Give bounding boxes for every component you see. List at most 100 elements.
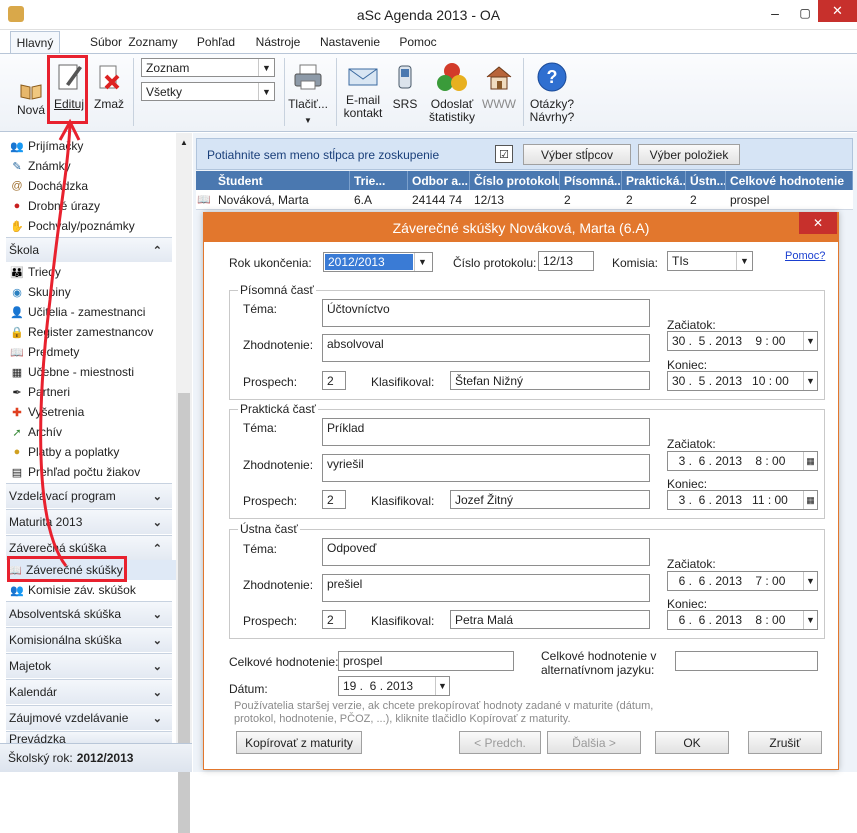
chevron-down-icon: ▼ <box>414 253 430 271</box>
alt-input[interactable] <box>675 651 818 671</box>
koniec-datetime[interactable]: 3 . 6 . 2013 11 : 00 ▦ <box>667 490 818 510</box>
prospech-input[interactable]: 2 <box>322 610 346 629</box>
predchadzajuci-button[interactable]: < Predch. <box>459 731 541 754</box>
zaciatok-datetime[interactable]: 6 . 6 . 2013 7 : 00 ▼ <box>667 571 818 591</box>
celkove-label: Celkové hodnotenie: <box>229 655 339 669</box>
column-header-odbor[interactable]: Odbor a... <box>408 171 470 190</box>
checkbox-icon[interactable]: ☑ <box>495 145 513 163</box>
cell-trieda: 6.A <box>354 193 373 207</box>
zhodnotenie-input[interactable]: prešiel <box>322 574 650 602</box>
klasifikoval-input[interactable]: Petra Malá <box>450 610 650 629</box>
minimize-button[interactable]: ‒ <box>762 2 788 24</box>
odoslat-statistiky-button[interactable]: Odoslať štatistiky <box>428 60 476 124</box>
zaciatok-datetime[interactable]: 3 . 6 . 2013 8 : 00 ▦ <box>667 451 818 471</box>
maximize-button[interactable]: ▢ <box>792 2 818 24</box>
klasifikoval-label: Klasifikoval: <box>371 494 435 508</box>
kopirovat-z-maturity-button[interactable]: Kopírovať z maturity <box>236 731 362 754</box>
section-absolventska[interactable]: Absolventská skúška ⌄ <box>6 601 172 626</box>
section-label: Záujmové vzdelávanie <box>9 711 129 725</box>
statistics-icon <box>435 60 469 94</box>
tema-input[interactable]: Príklad <box>322 418 650 446</box>
section-zaujmove[interactable]: Záujmové vzdelávanie ⌄ <box>6 705 172 730</box>
row-book-icon: 📖 <box>197 194 211 206</box>
zaciatok-label: Začiatok: <box>667 318 716 332</box>
tab-pomoc[interactable]: Pomoc <box>396 31 440 53</box>
vyber-stlpcov-button[interactable]: Výber stĺpcov <box>523 144 631 165</box>
calendar-icon: ▦ <box>803 452 817 470</box>
svg-text:?: ? <box>547 67 558 87</box>
sms-button[interactable]: SRS <box>391 64 419 111</box>
column-header-protokol[interactable]: Číslo protokolu <box>470 171 560 190</box>
section-kalendar[interactable]: Kalendár ⌄ <box>6 679 172 704</box>
annotation-arrow <box>39 118 81 567</box>
prospech-input[interactable]: 2 <box>322 371 346 390</box>
dialog-title-bar: Záverečné skúšky Nováková, Marta (6.A) ✕ <box>203 212 839 242</box>
tab-nastroje[interactable]: Nástroje <box>254 31 302 53</box>
header-label: Trie... <box>354 173 386 188</box>
column-header-pisomna[interactable]: Písomná... <box>560 171 622 190</box>
www-button[interactable]: WWW <box>482 64 516 111</box>
tema-input[interactable]: Účtovníctvo <box>322 299 650 327</box>
tema-input[interactable]: Odpoveď <box>322 538 650 566</box>
email-label: E-mail kontakt <box>343 93 383 120</box>
datum-picker[interactable]: 19 . 6 . 2013 ▼ <box>338 676 450 696</box>
section-prevadzka[interactable]: Prevádzka <box>6 731 172 743</box>
printer-icon <box>291 60 325 94</box>
dalsia-button[interactable]: Ďalšia > <box>547 731 641 754</box>
tab-label: Pomoc <box>399 35 437 49</box>
zhodnotenie-input[interactable]: absolvoval <box>322 334 650 362</box>
dialog-close-button[interactable]: ✕ <box>799 212 837 234</box>
vyber-poloziek-button[interactable]: Výber položiek <box>638 144 740 165</box>
datetime-value: 30 . 5 . 2013 9 : 00 <box>672 334 786 348</box>
column-header-ustna[interactable]: Ústn... <box>686 171 726 190</box>
help-icon: ? <box>535 60 569 94</box>
column-header-celkove[interactable]: Celkové hodnotenie <box>726 171 853 190</box>
chevron-down-icon: ⌄ <box>152 608 162 621</box>
cell-celkove: prospel <box>730 193 770 207</box>
datetime-value: 3 . 6 . 2013 8 : 00 <box>672 454 786 468</box>
column-header-student[interactable]: Študent <box>214 171 350 190</box>
dialog-title: Záverečné skúšky Nováková, Marta (6.A) <box>392 220 650 236</box>
klasifikoval-input[interactable]: Jozef Žitný <box>450 490 650 509</box>
otazky-button[interactable]: ? Otázky? Návrhy? <box>529 60 575 124</box>
tab-nastavenie[interactable]: Nastavenie <box>318 31 382 53</box>
cell-protokol: 12/13 <box>474 193 505 207</box>
section-komisionalna[interactable]: Komisionálna skúška ⌄ <box>6 627 172 652</box>
datetime-value: 3 . 6 . 2013 11 : 00 <box>672 493 788 507</box>
close-window-button[interactable]: ✕ <box>818 0 857 22</box>
ok-button[interactable]: OK <box>655 731 729 754</box>
chevron-down-icon: ▼ <box>304 116 312 125</box>
group-panel: Potiahnite sem meno stĺpca pre zoskupeni… <box>196 138 853 170</box>
zrusit-button[interactable]: Zrušiť <box>748 731 822 754</box>
header-label: Číslo protokolu <box>474 173 560 188</box>
print-button[interactable]: Tlačiť... ▼ <box>287 60 329 127</box>
protokol-input[interactable]: 12/13 <box>538 251 594 271</box>
cell-pisomna: 2 <box>564 193 571 207</box>
zhodnotenie-input[interactable]: vyriešil <box>322 454 650 482</box>
pomoc-link[interactable]: Pomoc? <box>785 250 825 262</box>
column-header-trieda[interactable]: Trie... <box>350 171 408 190</box>
section-majetok[interactable]: Majetok ⌄ <box>6 653 172 678</box>
chevron-down-icon: ▼ <box>736 252 752 270</box>
komisia-select[interactable]: TIs ▼ <box>667 251 753 271</box>
chevron-down-icon: ▼ <box>803 372 817 390</box>
header-corner <box>196 171 214 190</box>
chevron-down-icon: ▼ <box>435 677 449 695</box>
komisia-label: Komisia: <box>612 256 659 270</box>
button-label: Kopírovať z maturity <box>245 735 353 750</box>
celkove-input[interactable]: prospel <box>338 651 514 671</box>
koniec-label: Koniec: <box>667 597 708 611</box>
klasifikoval-input[interactable]: Štefan Nižný <box>450 371 650 390</box>
zaciatok-datetime[interactable]: 30 . 5 . 2013 9 : 00 ▼ <box>667 331 818 351</box>
rok-select[interactable]: 2012/2013 ▼ <box>323 252 433 272</box>
koniec-datetime[interactable]: 30 . 5 . 2013 10 : 00 ▼ <box>667 371 818 391</box>
column-header-prakticka[interactable]: Praktická... <box>622 171 686 190</box>
button-label: Zrušiť <box>769 735 801 750</box>
komisia-value: TIs <box>672 254 689 268</box>
email-button[interactable]: E-mail kontakt <box>341 64 385 120</box>
protokol-label: Číslo protokolu: <box>453 256 537 270</box>
prospech-input[interactable]: 2 <box>322 490 346 509</box>
www-label: WWW <box>482 97 516 111</box>
koniec-datetime[interactable]: 6 . 6 . 2013 8 : 00 ▼ <box>667 610 818 630</box>
status-bar: Školský rok: 2012/2013 <box>0 743 192 772</box>
